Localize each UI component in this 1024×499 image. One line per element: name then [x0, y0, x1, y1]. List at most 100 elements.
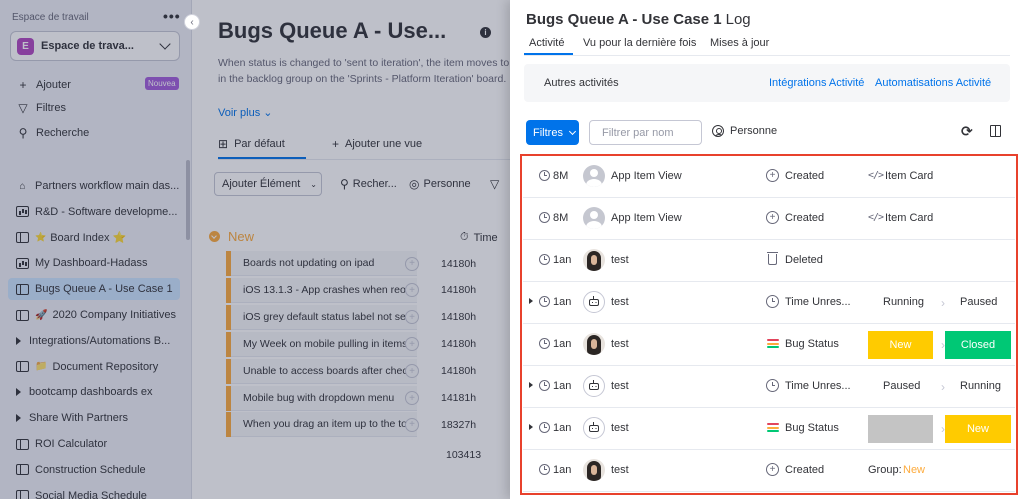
search-button[interactable]: ⚲ Recher... [340, 177, 397, 191]
item-name[interactable]: iOS 13.1.3 - App crashes when reorder... [231, 277, 417, 303]
sidebar-item[interactable]: 🚀 2020 Company Initiatives [8, 304, 180, 326]
log-age: 1an [553, 296, 572, 308]
log-row[interactable]: 8M App Item View + Created </> Item Card [523, 198, 1015, 240]
tab-last-viewed[interactable]: Vu pour la dernière fois [583, 37, 696, 49]
add-update-icon[interactable]: + [405, 417, 419, 432]
tab-updates[interactable]: Mises à jour [710, 37, 769, 49]
log-row[interactable]: 1an test Time Unres... Running › Paused [523, 282, 1015, 324]
filters-button[interactable]: Filtres [526, 120, 579, 145]
add-update-icon[interactable]: + [405, 391, 419, 405]
table-row[interactable]: When you drag an item up to the top o...… [226, 412, 512, 438]
log-row[interactable]: 1an test Bug Status › New [523, 408, 1015, 450]
add-item-button[interactable]: Ajouter Élément ⌄ [214, 172, 322, 196]
plus-circle-icon: + [766, 211, 779, 224]
sidebar-item-label: bootcamp dashboards ex [29, 386, 153, 399]
see-more-link[interactable]: Voir plus ⌄ [218, 106, 272, 119]
sidebar-item[interactable]: Share With Partners [8, 407, 180, 429]
more-options-icon[interactable]: ••• [163, 8, 181, 24]
board-icon [16, 232, 29, 244]
filter-by-name-input[interactable] [589, 120, 702, 145]
sidebar-scrollbar[interactable] [186, 160, 190, 240]
time-value: 18327h [441, 418, 477, 431]
sidebar-item[interactable]: R&D - Software developme... [8, 201, 180, 223]
collapse-sidebar-icon[interactable]: ‹ [184, 14, 200, 30]
log-row[interactable]: 1an test + Created Group: New [523, 450, 1015, 492]
sidebar-item[interactable]: 📁 Document Repository [8, 356, 180, 378]
sidebar-item[interactable]: ⌂ Partners workflow main das... [8, 175, 180, 197]
column-header-time[interactable]: ⏱ Time [460, 231, 498, 244]
log-row[interactable]: 1an test Deleted [523, 240, 1015, 282]
expand-row-icon[interactable] [529, 382, 533, 388]
robot-avatar-icon [583, 375, 605, 397]
sidebar-item[interactable]: Social Media Schedule [8, 485, 180, 499]
integrations-activity-link[interactable]: Intégrations Activité [769, 77, 864, 89]
log-row[interactable]: 1an test Bug Status New › Closed [523, 324, 1015, 366]
table-icon: ⊞ [218, 137, 229, 151]
filter-icon: ▽ [18, 101, 28, 115]
divider [218, 159, 512, 160]
sidebar-action-filtres[interactable]: ▽ Filtres [16, 99, 66, 117]
refresh-icon[interactable]: ⟳ [961, 123, 973, 140]
sidebar-item[interactable]: ROI Calculator [8, 433, 180, 455]
other-activities-label[interactable]: Autres activités [544, 77, 619, 89]
item-name[interactable]: When you drag an item up to the top o... [231, 412, 417, 438]
item-name[interactable]: Mobile bug with dropdown menu [231, 385, 417, 411]
sidebar-item[interactable]: bootcamp dashboards ex [8, 381, 180, 403]
sidebar-item[interactable]: ⭐ Board Index ⭐ [8, 227, 180, 249]
log-action: Bug Status [785, 422, 839, 434]
folder-expand-icon[interactable] [16, 414, 21, 423]
expand-row-icon[interactable] [529, 298, 533, 304]
folder-expand-icon[interactable] [16, 388, 21, 397]
log-action: Bug Status [785, 338, 839, 350]
robot-avatar-icon [583, 291, 605, 313]
workspace-selector[interactable]: E Espace de trava... [10, 31, 180, 61]
board-icon [16, 361, 29, 373]
table-row[interactable]: Boards not updating on ipad +14180h [226, 251, 512, 276]
tab-activity[interactable]: Activité [529, 37, 564, 49]
column-header-label: Time [473, 231, 498, 244]
person-filter-button[interactable]: ◎ Personne [409, 177, 471, 191]
table-row[interactable]: iOS 13.1.3 - App crashes when reorder...… [226, 277, 512, 303]
item-name[interactable]: My Week on mobile pulling in items th... [231, 331, 417, 357]
filter-icon: ▽ [490, 177, 500, 191]
expand-row-icon[interactable] [529, 424, 533, 430]
info-icon[interactable]: i [480, 27, 491, 38]
sidebar-action-recherche[interactable]: ⚲ Recherche [16, 124, 90, 142]
sidebar-item[interactable]: My Dashboard-Hadass [8, 252, 180, 274]
sidebar-item[interactable]: Bugs Queue A - Use Case 1 [8, 278, 180, 301]
board-icon [16, 309, 29, 321]
table-row[interactable]: Mobile bug with dropdown menu +14181h [226, 385, 512, 411]
sidebar-item[interactable]: Integrations/Automations B... [8, 330, 180, 352]
table-row[interactable]: My Week on mobile pulling in items th...… [226, 331, 512, 357]
group-header[interactable]: New [209, 229, 254, 244]
clock-icon [539, 464, 550, 475]
group-collapse-icon[interactable] [209, 231, 220, 242]
sidebar-item-label: My Dashboard-Hadass [35, 257, 148, 270]
export-icon[interactable] [990, 125, 1001, 137]
log-user-name: test [611, 254, 629, 266]
log-row[interactable]: 1an test Time Unres... Paused › Running [523, 366, 1015, 408]
status-color-line [766, 342, 779, 345]
person-filter-button[interactable]: Personne [712, 125, 777, 137]
new-badge: Nouvea [145, 77, 179, 90]
add-update-icon[interactable]: + [405, 364, 419, 379]
new-status-label: Closed [945, 331, 1011, 359]
add-update-icon[interactable]: + [405, 256, 419, 271]
new-status-label: New [945, 415, 1011, 443]
filter-button[interactable]: ▽ [490, 177, 503, 191]
folder-expand-icon[interactable] [16, 336, 21, 345]
board-area: Bugs Queue A - Use... i When status is c… [192, 0, 512, 499]
item-name[interactable]: iOS grey default status label not select… [231, 304, 417, 330]
chevron-right-icon: › [941, 380, 945, 394]
item-name[interactable]: Boards not updating on ipad [231, 251, 417, 276]
log-row[interactable]: 8M App Item View + Created </> Item Card [523, 156, 1015, 198]
sidebar-item[interactable]: Construction Schedule [8, 459, 180, 481]
time-value: 14180h [441, 338, 477, 351]
table-row[interactable]: iOS grey default status label not select… [226, 304, 512, 330]
view-tab-default[interactable]: ⊞ Par défaut [218, 134, 285, 154]
add-view-button[interactable]: + Ajouter une vue [332, 134, 422, 154]
sidebar-action-ajouter[interactable]: + Ajouter [16, 76, 70, 94]
table-row[interactable]: Unable to access boards after checkin...… [226, 358, 512, 384]
item-name[interactable]: Unable to access boards after checkin... [231, 358, 417, 384]
automations-activity-link[interactable]: Automatisations Activité [875, 77, 991, 89]
